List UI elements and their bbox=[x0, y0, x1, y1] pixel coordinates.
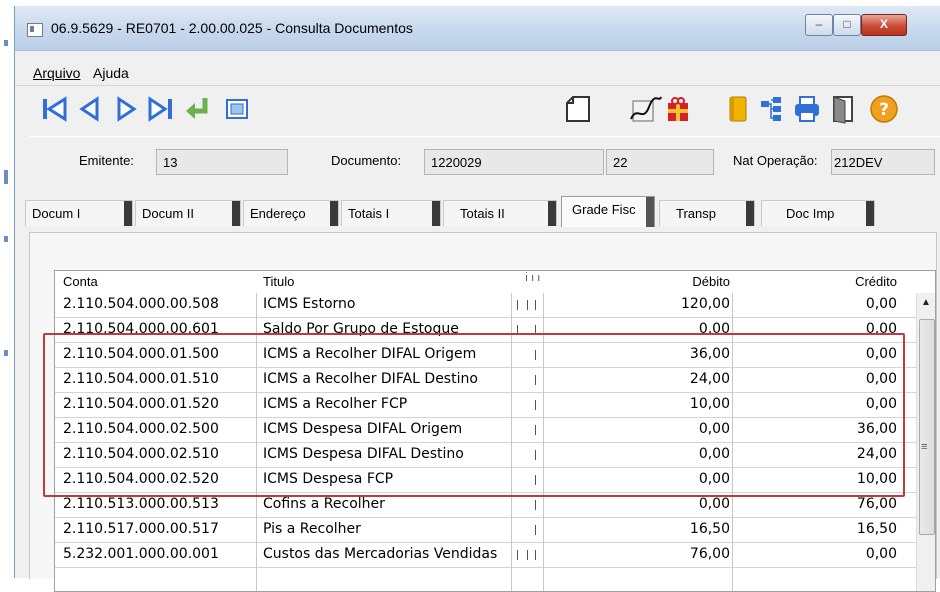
cell-credito: 16,50 bbox=[856, 521, 897, 537]
desktop-mark bbox=[4, 350, 8, 356]
cell-credito: 76,00 bbox=[856, 496, 897, 512]
cell-credito: 0,00 bbox=[865, 296, 897, 312]
flag-mark bbox=[517, 550, 518, 560]
scroll-thumb[interactable] bbox=[919, 319, 935, 535]
documento-field[interactable]: 1220029 bbox=[424, 149, 604, 175]
vertical-scrollbar[interactable]: ▲ ≡ bbox=[916, 293, 935, 591]
flag-mark bbox=[527, 550, 528, 560]
tab-docum-ii[interactable]: Docum II bbox=[135, 200, 241, 226]
column-conta[interactable]: Conta bbox=[63, 274, 98, 289]
tab-totais-i[interactable]: Totais I bbox=[341, 200, 441, 226]
flag-mark bbox=[535, 300, 536, 310]
cell-conta: 5.232.001.000.00.001 bbox=[63, 546, 219, 562]
menu-arquivo[interactable]: Arquivo bbox=[33, 65, 80, 81]
signature-icon[interactable] bbox=[629, 93, 663, 125]
help-icon[interactable]: ? bbox=[869, 93, 899, 125]
flag-mark bbox=[535, 550, 536, 560]
table-row[interactable]: 2.110.517.000.00.517 Pis a Recolher 16,5… bbox=[55, 518, 935, 543]
nat-operacao-field[interactable]: 212DEV bbox=[831, 149, 935, 175]
book-icon[interactable] bbox=[727, 93, 749, 125]
svg-text:?: ? bbox=[879, 100, 889, 120]
cell-debito: 16,50 bbox=[689, 521, 730, 537]
title-bar[interactable]: 06.9.5629 - RE0701 - 2.00.00.025 - Consu… bbox=[15, 6, 940, 51]
menu-ajuda[interactable]: Ajuda bbox=[93, 65, 129, 81]
table-row[interactable]: 2.110.504.000.00.508 ICMS Estorno 120,00… bbox=[55, 293, 935, 318]
zoom-icon[interactable] bbox=[225, 93, 249, 125]
flag-mark bbox=[527, 300, 528, 310]
scroll-grip-icon: ≡ bbox=[921, 441, 928, 453]
column-titulo[interactable]: Titulo bbox=[263, 274, 294, 289]
app-icon bbox=[27, 23, 43, 37]
printer-icon[interactable] bbox=[793, 93, 821, 125]
toolbar: ? bbox=[15, 86, 940, 132]
cell-titulo: Custos das Mercadorias Vendidas bbox=[263, 546, 498, 562]
cell-conta: 2.110.513.000.00.513 bbox=[63, 496, 219, 512]
flag-mark bbox=[517, 300, 518, 310]
flag-mark bbox=[535, 500, 536, 510]
scroll-up-icon[interactable]: ▲ bbox=[921, 297, 931, 308]
tab-totais-ii[interactable]: Totais II bbox=[443, 200, 557, 226]
column-flags-icon[interactable]: ı̇ ı ı bbox=[525, 272, 540, 284]
document-header: Emitente: 13 Documento: 1220029 22 Nat O… bbox=[29, 136, 940, 187]
menu-bar: Arquivo Ajuda bbox=[15, 61, 940, 86]
desktop-mark bbox=[4, 170, 8, 184]
column-debito[interactable]: Débito bbox=[692, 274, 730, 289]
gift-icon[interactable] bbox=[665, 93, 691, 125]
flag-mark bbox=[535, 525, 536, 535]
cell-debito: 120,00 bbox=[681, 296, 730, 312]
prev-icon[interactable] bbox=[79, 93, 101, 125]
tab-docum-i[interactable]: Docum I bbox=[25, 200, 133, 226]
cell-titulo: Cofins a Recolher bbox=[263, 496, 385, 512]
table-row[interactable]: 5.232.001.000.00.001 Custos das Mercador… bbox=[55, 543, 935, 568]
cell-titulo: ICMS Estorno bbox=[263, 296, 356, 312]
tab-transp[interactable]: Transp bbox=[659, 200, 755, 226]
new-page-icon[interactable] bbox=[563, 93, 593, 125]
cell-titulo: Pis a Recolher bbox=[263, 521, 361, 537]
desktop-mark bbox=[4, 236, 8, 242]
column-credito[interactable]: Crédito bbox=[855, 274, 897, 289]
exit-door-icon[interactable] bbox=[829, 93, 857, 125]
window-title: 06.9.5629 - RE0701 - 2.00.00.025 - Consu… bbox=[51, 20, 413, 36]
tab-strip: Docum I Docum II Endereço Totais I Totai… bbox=[15, 192, 940, 232]
application-window: 06.9.5629 - RE0701 - 2.00.00.025 - Consu… bbox=[14, 6, 940, 592]
cell-conta: 2.110.504.000.00.508 bbox=[63, 296, 219, 312]
last-icon[interactable] bbox=[147, 93, 175, 125]
serie-field[interactable]: 22 bbox=[606, 149, 714, 175]
tab-doc-imp[interactable]: Doc Imp bbox=[761, 200, 875, 226]
tab-grade-fisc[interactable]: Grade Fisc bbox=[561, 196, 655, 227]
enter-icon[interactable] bbox=[183, 93, 211, 125]
documento-label: Documento: bbox=[331, 153, 402, 168]
cell-debito: 0,00 bbox=[698, 496, 730, 512]
minimize-button[interactable]: – bbox=[805, 14, 833, 36]
next-icon[interactable] bbox=[115, 93, 137, 125]
tree-icon[interactable] bbox=[759, 93, 783, 125]
maximize-button[interactable]: □ bbox=[833, 14, 861, 36]
desktop-mark bbox=[4, 40, 8, 46]
close-button[interactable]: X bbox=[861, 14, 907, 36]
highlight-box bbox=[43, 333, 905, 497]
nat-operacao-label: Nat Operação: bbox=[733, 153, 818, 168]
grid-header: Conta Titulo ı̇ ı ı Débito Crédito bbox=[55, 271, 935, 293]
cell-debito: 76,00 bbox=[689, 546, 730, 562]
cell-conta: 2.110.517.000.00.517 bbox=[63, 521, 219, 537]
first-icon[interactable] bbox=[41, 93, 67, 125]
cell-credito: 0,00 bbox=[865, 546, 897, 562]
emitente-field[interactable]: 13 bbox=[156, 149, 288, 175]
tab-endereco[interactable]: Endereço bbox=[243, 200, 339, 226]
emitente-label: Emitente: bbox=[79, 153, 134, 168]
